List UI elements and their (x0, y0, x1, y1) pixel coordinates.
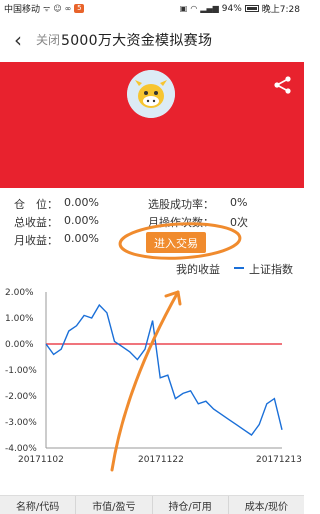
share-icon[interactable] (272, 74, 294, 96)
signal-icon: ᯤ (43, 4, 51, 13)
legend-index: 上证指数 (249, 263, 293, 276)
status-bar: 中国移动 ᯤ ☺ ∞ 5 ▣ ◠ ▂▄▆ 94% 晚上7:28 (0, 0, 304, 17)
carrier-label: 中国移动 (4, 5, 41, 15)
y-tick-label: -1.00% (5, 366, 37, 376)
return-chart: 2.00%1.00%0.00%-1.00%-2.00%-3.00%-4.00%2… (5, 288, 302, 464)
pick-success-value: 0% (230, 196, 248, 209)
cat-icon: ☺ (53, 4, 62, 13)
total-return-value: 0.00% (64, 214, 99, 227)
x-tick-label: 20171122 (138, 455, 184, 464)
x-tick-label: 20171213 (256, 455, 302, 464)
y-tick-label: 1.00% (5, 314, 34, 324)
table-header-holding[interactable]: 持仓/可用 (153, 496, 229, 514)
cell-signal-icon: ▂▄▆ (200, 4, 219, 13)
pick-success-label: 选股成功率： (148, 198, 214, 211)
sim-icon: ▣ (179, 4, 188, 13)
chart-legend: 我的收益 上证指数 (0, 258, 304, 278)
y-tick-label: -3.00% (5, 418, 37, 428)
wifi-icon: ◠ (190, 4, 198, 13)
y-tick-label: 0.00% (5, 340, 34, 350)
status-right: ▣ ◠ ▂▄▆ 94% 晚上7:28 (179, 2, 300, 16)
battery-icon (244, 5, 259, 12)
x-tick-label: 20171102 (18, 455, 64, 464)
battery-percent: 94% (221, 3, 242, 14)
table-header-name[interactable]: 名称/代码 (0, 496, 77, 514)
holdings-table-header: 名称/代码 市值/盈亏 持仓/可用 成本/现价 (0, 495, 304, 514)
monthly-ops-value: 0次 (230, 216, 248, 229)
status-left: 中国移动 ᯤ ☺ ∞ 5 (4, 2, 85, 15)
y-tick-label: -4.00% (5, 444, 37, 454)
page-title: 5000万大资金模拟赛场 (61, 32, 213, 49)
index-line (45, 303, 283, 436)
nav-bar: ‹ 关闭 5000万大资金模拟赛场 (0, 17, 304, 62)
close-link[interactable]: 关闭 (36, 31, 60, 48)
monthly-return-label: 月收益： (14, 234, 58, 247)
table-header-market-value[interactable]: 市值/盈亏 (76, 496, 153, 514)
position-label: 仓 位： (14, 198, 58, 211)
notification-badge: 5 (74, 4, 85, 13)
position-value: 0.00% (64, 196, 99, 209)
stats-panel: 仓 位： 0.00% 总收益： 0.00% 月收益： 0.00% 选股成功率： … (0, 188, 304, 258)
clock: 晚上7:28 (261, 5, 300, 15)
y-tick-label: 2.00% (5, 288, 34, 298)
total-return-label: 总收益： (14, 216, 58, 229)
enter-trade-button[interactable]: 进入交易 (146, 232, 206, 253)
cow-avatar-icon[interactable] (127, 70, 175, 118)
arrow-left-icon[interactable]: ‹ (0, 17, 36, 62)
monthly-return-value: 0.00% (64, 232, 99, 245)
monthly-ops-label: 月操作次数： (148, 216, 214, 229)
y-tick-label: -2.00% (5, 392, 37, 402)
table-header-cost[interactable]: 成本/现价 (229, 496, 304, 514)
header-banner (0, 62, 304, 188)
legend-my-return: 我的收益 (176, 263, 220, 276)
legend-index-line (234, 267, 244, 269)
link-icon: ∞ (64, 4, 72, 13)
